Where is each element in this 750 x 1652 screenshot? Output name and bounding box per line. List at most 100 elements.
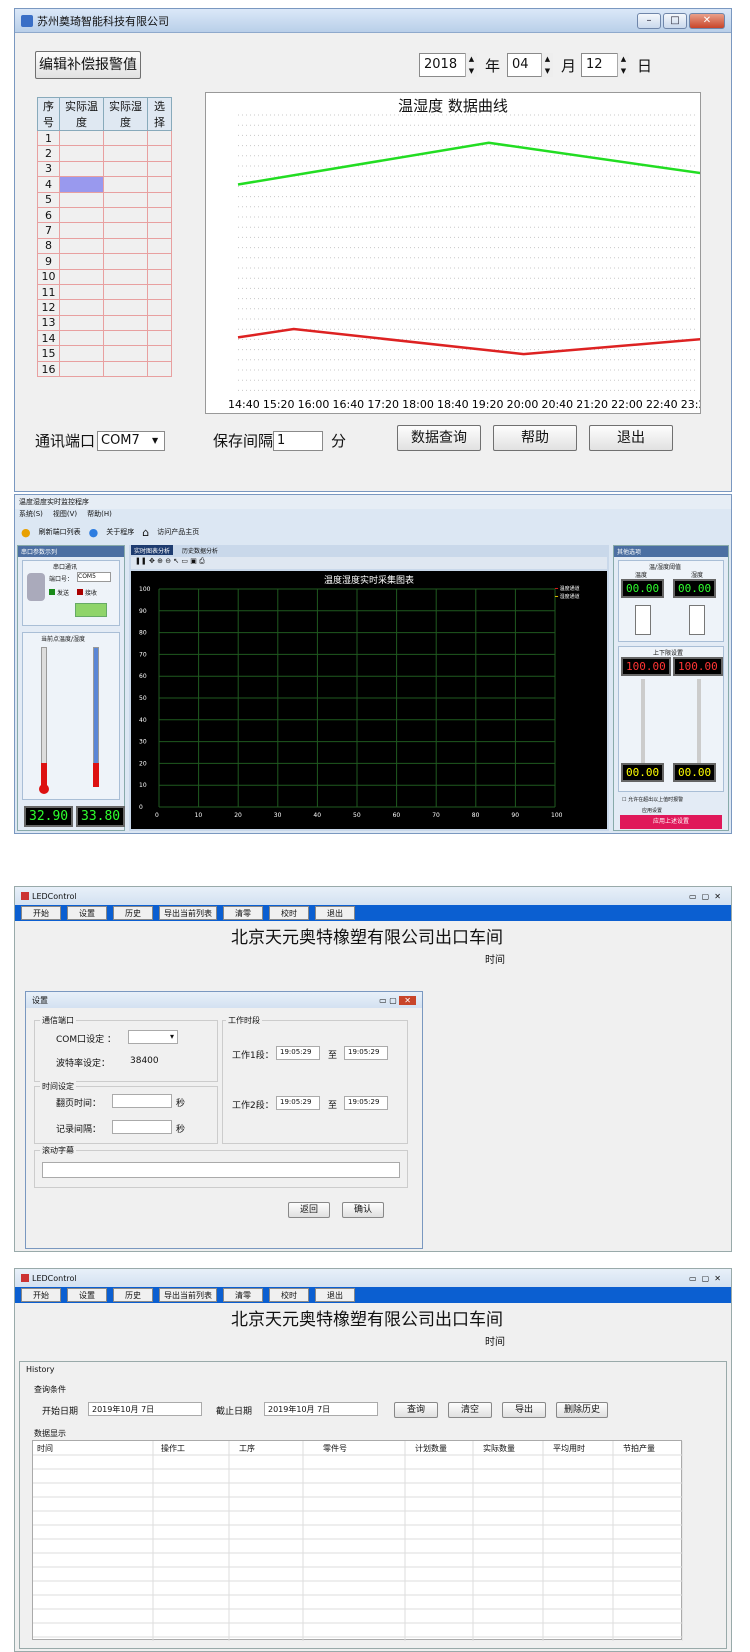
dialog-minimize-button[interactable]: ▭ — [379, 996, 387, 1005]
delete-history-button[interactable]: 删除历史 — [556, 1402, 608, 1418]
confirm-button[interactable]: 确认 — [342, 1202, 384, 1218]
export-button[interactable]: 导出 — [502, 1402, 546, 1418]
table-row[interactable]: 11 — [37, 283, 172, 301]
menu-view[interactable]: 视图(V) — [53, 509, 77, 521]
menu-system[interactable]: 系统(S) — [19, 509, 43, 521]
move-icon[interactable]: ✥ — [149, 557, 155, 565]
about-button[interactable]: 关于程序 — [106, 527, 134, 537]
menu-item[interactable]: 退出 — [315, 1288, 355, 1302]
table-row[interactable]: 4 — [37, 176, 172, 193]
close-button[interactable]: ✕ — [689, 12, 725, 29]
close-button[interactable]: ✕ — [714, 1274, 721, 1283]
menu-item[interactable]: 开始 — [21, 906, 61, 920]
year-spinner[interactable]: ▲ ▼ — [465, 53, 477, 77]
menu-item[interactable]: 设置 — [67, 906, 107, 920]
column-header[interactable]: 平均用时 — [553, 1443, 585, 1454]
close-button[interactable]: ✕ — [714, 892, 721, 901]
table-row[interactable]: 7 — [37, 222, 172, 239]
table-row[interactable]: 16 — [37, 360, 172, 378]
port-number-select[interactable]: COM5 — [77, 572, 111, 582]
clear-button[interactable]: 清空 — [448, 1402, 492, 1418]
table-row[interactable]: 14 — [37, 330, 172, 347]
work1-end-input[interactable]: 19:05:29 — [344, 1046, 388, 1060]
apply-settings-button[interactable]: 应用上述设置 — [620, 815, 722, 829]
work2-end-input[interactable]: 19:05:29 — [344, 1096, 388, 1110]
table-row[interactable]: 6 — [37, 206, 172, 224]
refresh-ports-icon[interactable]: ● — [21, 526, 31, 539]
print-icon[interactable]: ⎙ — [199, 557, 205, 565]
interval-input[interactable]: 1 — [273, 431, 323, 451]
menu-item[interactable]: 校时 — [269, 906, 309, 920]
minimize-button[interactable]: ▭ — [689, 892, 697, 901]
menu-item[interactable]: 历史 — [113, 906, 153, 920]
dialog-maximize-button[interactable]: ▢ — [389, 996, 397, 1005]
column-header[interactable]: 计划数量 — [415, 1443, 447, 1454]
info-icon[interactable]: ● — [89, 526, 99, 539]
maximize-button[interactable]: □ — [663, 12, 687, 29]
temp-switch[interactable] — [635, 605, 651, 635]
back-button[interactable]: 返回 — [288, 1202, 330, 1218]
menu-item[interactable]: 校时 — [269, 1288, 309, 1302]
menu-help[interactable]: 帮助(H) — [87, 509, 112, 521]
column-header[interactable]: 工序 — [239, 1443, 255, 1454]
tab-realtime[interactable]: 实时图表分析 — [131, 545, 174, 555]
record-interval-input[interactable] — [112, 1120, 172, 1134]
table-row[interactable]: 9 — [37, 253, 172, 270]
zoom-in-icon[interactable]: ⊕ — [157, 557, 163, 565]
maximize-button[interactable]: ▢ — [702, 1274, 710, 1283]
column-header[interactable]: 时间 — [37, 1443, 53, 1454]
pause-icon[interactable]: ❚❚ — [135, 557, 147, 565]
temp-limit-slider[interactable] — [641, 679, 645, 763]
menu-item[interactable]: 设置 — [67, 1288, 107, 1302]
month-spinner[interactable]: ▲ ▼ — [541, 53, 553, 77]
menu-item[interactable]: 开始 — [21, 1288, 61, 1302]
copy-icon[interactable]: ▭ — [181, 557, 188, 565]
table-row[interactable]: 10 — [37, 268, 172, 285]
end-date-picker[interactable]: 2019年10月 7日 — [264, 1402, 378, 1416]
flip-time-input[interactable] — [112, 1094, 172, 1108]
homepage-button[interactable]: 访问产品主页 — [157, 527, 199, 537]
table-row[interactable]: 3 — [37, 160, 172, 178]
menu-item[interactable]: 清零 — [223, 1288, 263, 1302]
query-button[interactable]: 查询 — [394, 1402, 438, 1418]
menu-item[interactable]: 退出 — [315, 906, 355, 920]
chevron-down-icon[interactable]: ▼ — [152, 436, 158, 445]
table-row[interactable]: 2 — [37, 145, 172, 162]
day-spinner[interactable]: ▲ ▼ — [617, 53, 629, 77]
table-row[interactable]: 15 — [37, 345, 172, 362]
connect-toggle[interactable] — [75, 603, 107, 617]
start-date-picker[interactable]: 2019年10月 7日 — [88, 1402, 202, 1416]
hum-switch[interactable] — [689, 605, 705, 635]
refresh-ports-button[interactable]: 刷新端口列表 — [39, 527, 81, 537]
table-row[interactable]: 8 — [37, 237, 172, 255]
menu-item[interactable]: 导出当前列表 — [159, 1288, 217, 1302]
scroll-text-input[interactable] — [42, 1162, 400, 1178]
table-row[interactable]: 12 — [37, 299, 172, 316]
help-button[interactable]: 帮助 — [493, 425, 577, 451]
save-icon[interactable]: ▣ — [190, 557, 197, 565]
menu-item[interactable]: 历史 — [113, 1288, 153, 1302]
work2-start-input[interactable]: 19:05:29 — [276, 1096, 320, 1110]
column-header[interactable]: 零件号 — [323, 1443, 347, 1454]
home-icon[interactable]: ⌂ — [142, 526, 149, 539]
hum-limit-slider[interactable] — [697, 679, 701, 763]
menu-item[interactable]: 清零 — [223, 906, 263, 920]
maximize-button[interactable]: ▢ — [702, 892, 710, 901]
minimize-button[interactable]: ▭ — [689, 1274, 697, 1283]
dialog-close-button[interactable]: ✕ — [399, 995, 416, 1005]
column-header[interactable]: 操作工 — [161, 1443, 185, 1454]
minimize-button[interactable]: – — [637, 12, 661, 29]
exit-button[interactable]: 退出 — [589, 425, 673, 451]
data-query-button[interactable]: 数据查询 — [397, 425, 481, 451]
work1-start-input[interactable]: 19:05:29 — [276, 1046, 320, 1060]
table-row[interactable]: 5 — [37, 191, 172, 208]
edit-alarm-button[interactable]: 编辑补偿报警值 — [35, 51, 141, 79]
table-row[interactable]: 13 — [37, 314, 172, 332]
menu-item[interactable]: 导出当前列表 — [159, 906, 217, 920]
com-select[interactable]: ▾ — [128, 1030, 178, 1044]
column-header[interactable]: 节拍产量 — [623, 1443, 655, 1454]
alarm-checkbox[interactable]: ☐ 允许在超出以上值时报警 — [622, 796, 683, 803]
column-header[interactable]: 实际数量 — [483, 1443, 515, 1454]
pointer-icon[interactable]: ↖ — [173, 557, 179, 565]
table-row[interactable]: 1 — [37, 129, 172, 147]
